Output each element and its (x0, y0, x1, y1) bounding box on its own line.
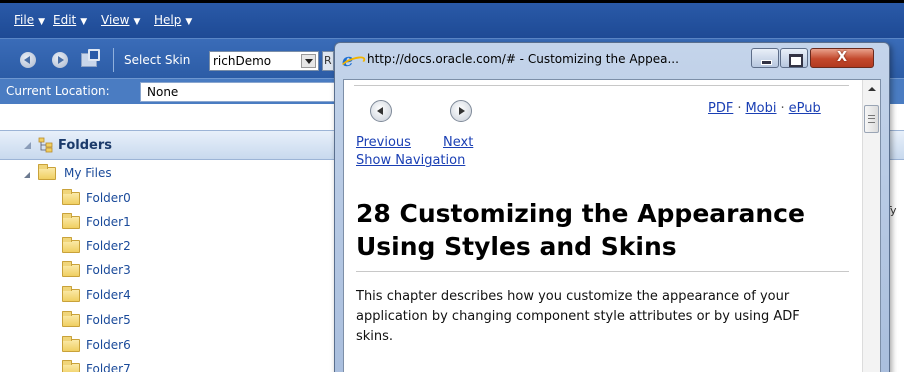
folder-icon (62, 286, 80, 302)
pdf-link[interactable]: PDF (708, 101, 733, 116)
popup-content-area: PDF · Mobi · ePub Previous Next Show Navigat… (343, 79, 881, 372)
doc-page: PDF · Mobi · ePub Previous Next Show Navigat… (344, 80, 861, 372)
collapse-triangle-icon[interactable] (24, 142, 31, 149)
menu-file-label: File (14, 13, 35, 27)
tree-item-label: Folder6 (86, 338, 131, 352)
tree-item-label: Folder2 (86, 239, 131, 253)
chevron-down-icon: ▼ (38, 17, 46, 27)
folder-icon (38, 164, 56, 180)
close-icon: X (836, 50, 848, 65)
tree-item-folder2[interactable]: Folder2 (62, 236, 262, 258)
chevron-down-icon: ▼ (185, 17, 193, 27)
tree-item-label: Folder3 (86, 263, 131, 277)
epub-link[interactable]: ePub (789, 101, 821, 116)
folder-icon (62, 237, 80, 253)
tree-item-label: Folder5 (86, 313, 131, 327)
tree-item-folder1[interactable]: Folder1 (62, 212, 262, 234)
browser-e-icon: e (342, 51, 362, 71)
tree-item-label: Folder0 (86, 191, 131, 205)
folder-icon (62, 311, 80, 327)
format-links: PDF · Mobi · ePub (708, 101, 821, 116)
format-separator: · (737, 101, 742, 116)
tree-root-my-files[interactable]: My Files (0, 163, 200, 185)
tree-item-folder6[interactable]: Folder6 (62, 335, 262, 357)
folder-icon (62, 336, 80, 352)
menu-help[interactable]: Help ▼ (154, 13, 192, 27)
expand-triangle-icon[interactable] (24, 172, 30, 178)
skin-select-value: richDemo (213, 54, 272, 68)
tree-item-folder0[interactable]: Folder0 (62, 188, 262, 210)
format-separator: · (780, 101, 785, 116)
popup-titlebar[interactable]: e http://docs.oracle.com/# - Customizing… (335, 43, 889, 79)
menu-edit[interactable]: Edit ▼ (53, 13, 87, 27)
divider (354, 85, 849, 86)
menu-edit-label: Edit (53, 13, 77, 27)
menu-file[interactable]: File ▼ (14, 13, 45, 27)
folder-icon (62, 360, 80, 372)
chapter-intro: This chapter describes how you customize… (356, 289, 800, 344)
menu-view[interactable]: View ▼ (101, 13, 140, 27)
folder-icon (62, 189, 80, 205)
tree-item-label: My Files (64, 166, 112, 180)
folder-icon (62, 213, 80, 229)
menu-bar: File ▼ Edit ▼ View ▼ Help ▼ (0, 0, 904, 38)
show-navigation-link[interactable]: Show Navigation (356, 153, 465, 168)
skin-select[interactable]: richDemo (209, 51, 319, 71)
tree-item-folder5[interactable]: Folder5 (62, 310, 262, 332)
toolbar-separator (113, 48, 114, 72)
folder-tree: My Files Folder0 Folder1 Folder2 Folder3… (0, 161, 340, 372)
current-location-field[interactable]: None (140, 82, 340, 102)
previous-arrow-icon[interactable] (370, 100, 392, 122)
previous-link[interactable]: Previous (356, 135, 411, 150)
tree-item-folder4[interactable]: Folder4 (62, 285, 262, 307)
folder-up-icon[interactable] (81, 49, 100, 67)
next-arrow-icon[interactable] (450, 100, 472, 122)
menu-view-label: View (101, 13, 130, 27)
tree-item-folder3[interactable]: Folder3 (62, 260, 262, 282)
vertical-scrollbar[interactable] (862, 80, 880, 372)
tree-item-folder7[interactable]: Folder7 (62, 359, 262, 372)
tree-item-label: Folder7 (86, 362, 131, 372)
close-button[interactable]: X (810, 48, 874, 68)
folder-tree-icon (38, 137, 53, 153)
popup-title: http://docs.oracle.com/# - Customizing t… (367, 52, 679, 66)
refresh-button[interactable]: R (322, 51, 334, 71)
scroll-up-arrow-icon[interactable] (863, 80, 880, 97)
tree-item-label: Folder1 (86, 215, 131, 229)
mobi-link[interactable]: Mobi (745, 101, 776, 116)
dropdown-arrow-icon[interactable] (301, 54, 316, 68)
maximize-button[interactable] (780, 48, 808, 68)
folders-title: Folders (58, 138, 113, 153)
chevron-down-icon: ▼ (80, 17, 88, 27)
menu-help-label: Help (154, 13, 182, 27)
forward-arrow-icon[interactable] (52, 52, 68, 68)
tree-item-label: Folder4 (86, 288, 131, 302)
current-location-label: Current Location: (6, 84, 110, 98)
chapter-title: 28 Customizing the Appearance Using Styl… (356, 199, 805, 261)
chevron-down-icon: ▼ (133, 17, 141, 27)
back-arrow-icon[interactable] (20, 52, 36, 68)
select-skin-label: Select Skin (124, 53, 191, 67)
next-link[interactable]: Next (443, 135, 473, 150)
folder-icon (62, 261, 80, 277)
divider (356, 271, 849, 272)
help-popup-window: e http://docs.oracle.com/# - Customizing… (334, 42, 890, 372)
scroll-thumb[interactable] (864, 105, 879, 133)
minimize-button[interactable] (751, 48, 779, 68)
